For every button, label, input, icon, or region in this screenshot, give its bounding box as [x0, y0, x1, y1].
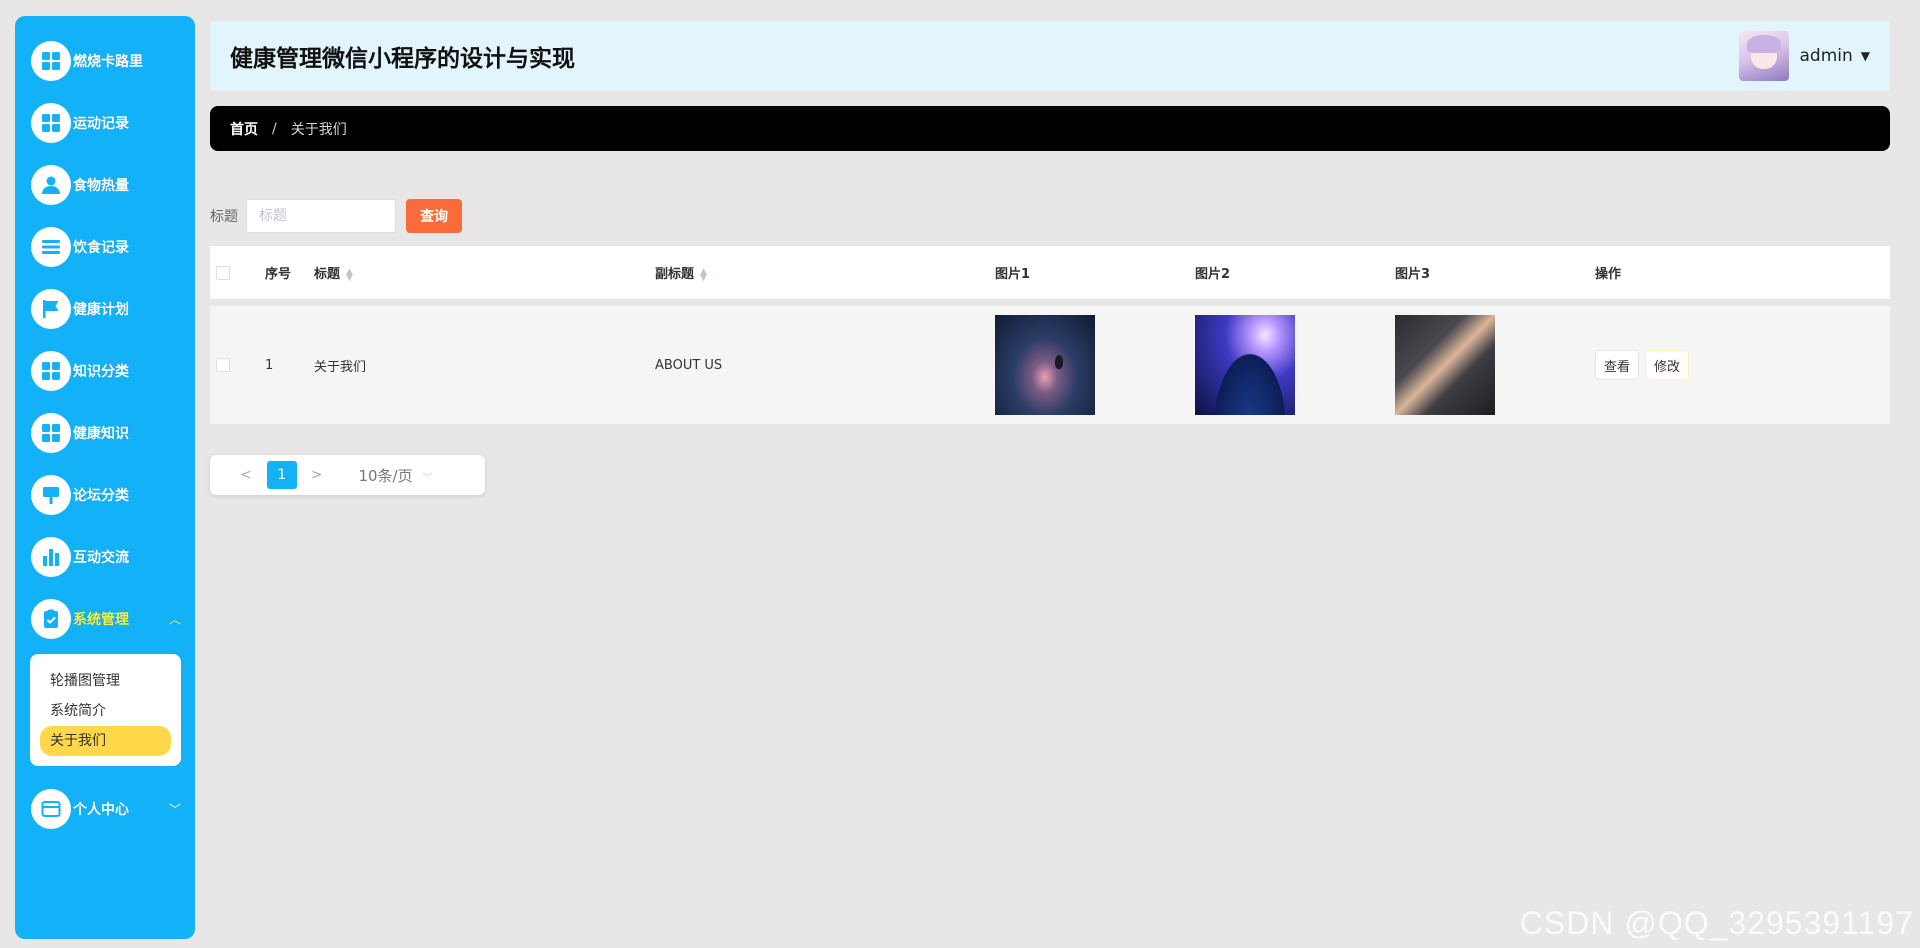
nav-item-knowledge-category[interactable]: 知识分类 [15, 340, 195, 402]
nav-item-health-knowledge[interactable]: 健康知识 [15, 402, 195, 464]
nav-label: 燃烧卡路里 [73, 54, 143, 70]
row-checkbox[interactable] [216, 358, 230, 372]
column-header-index: 序号 [265, 267, 292, 282]
row-index: 1 [265, 357, 274, 373]
nav-item-food-calories[interactable]: 食物热量 [15, 154, 195, 216]
wallet-icon [31, 789, 71, 829]
nav-item-personal-center[interactable]: 个人中心 ﹀ [15, 778, 195, 840]
view-button[interactable]: 查看 [1595, 350, 1640, 380]
row-operations: 查看 修改 [1595, 350, 1695, 380]
column-header-image3: 图片3 [1395, 267, 1431, 282]
next-page-button[interactable]: > [311, 467, 323, 483]
column-header-subtitle[interactable]: 副标题 ▲ ▼ [655, 263, 707, 282]
pagination: < 1 > 10条/页 ﹀ [210, 455, 485, 495]
row-subtitle: ABOUT US [655, 357, 723, 373]
page-number-1[interactable]: 1 [266, 461, 297, 489]
nav-item-diet-record[interactable]: 饮食记录 [15, 216, 195, 278]
page-size-value: 10条/页 [358, 466, 413, 485]
row-title: 关于我们 [314, 359, 367, 375]
nav-item-burn-calories[interactable]: 燃烧卡路里 [15, 30, 195, 92]
submenu-item-carousel[interactable]: 轮播图管理 [40, 666, 171, 696]
column-header-image2: 图片2 [1195, 267, 1231, 282]
balloon-ocean-image [995, 315, 1095, 415]
nav-item-forum-category[interactable]: 论坛分类 [15, 464, 195, 526]
sort-icon[interactable]: ▲ ▼ [346, 267, 353, 282]
chevron-down-icon: ﹀ [422, 472, 433, 484]
list-icon [31, 227, 71, 267]
grid-icon [31, 351, 71, 391]
nav-label: 个人中心 [73, 802, 129, 818]
grid-icon [31, 41, 71, 81]
breadcrumb-current: 关于我们 [290, 121, 347, 138]
select-all-checkbox[interactable] [216, 265, 230, 280]
row-image2[interactable] [1195, 315, 1295, 415]
table-header: 序号 标题 ▲ ▼ 副标题 ▲ ▼ 图片1 图片2 图片3 操作 [210, 246, 1890, 299]
system-submenu: 轮播图管理 系统简介 关于我们 [30, 654, 181, 766]
search-button[interactable]: 查询 [406, 199, 462, 233]
nav-label: 健康知识 [73, 426, 129, 442]
search-bar: 标题 查询 [210, 199, 462, 233]
nav-label: 饮食记录 [73, 240, 129, 256]
search-label: 标题 [210, 209, 238, 225]
nav-label: 互动交流 [73, 550, 129, 566]
select-all-checkbox-cell [216, 265, 230, 280]
sidebar: 燃烧卡路里 运动记录 食物热量 饮食记录 健康计划 知识分类 健康知识 论坛分类… [15, 16, 195, 939]
page-size-select[interactable]: 10条/页 ﹀ [358, 465, 432, 486]
nav-item-exercise-record[interactable]: 运动记录 [15, 92, 195, 154]
column-subtitle-label: 副标题 [655, 267, 695, 282]
top-header: 健康管理微信小程序的设计与实现 admin ▼ [210, 21, 1890, 91]
submenu-item-system-intro[interactable]: 系统简介 [40, 696, 171, 726]
nav-label: 食物热量 [73, 178, 129, 194]
column-header-operations: 操作 [1595, 267, 1622, 282]
nav-label: 系统管理 [73, 612, 129, 628]
board-icon [31, 475, 71, 515]
row-image3[interactable] [1395, 315, 1495, 415]
user-menu[interactable]: admin ▼ [1739, 31, 1870, 81]
grid-icon [31, 413, 71, 453]
table-row: 1 关于我们 ABOUT US 查看 修改 [210, 306, 1890, 424]
flag-icon [31, 289, 71, 329]
breadcrumb: 首页 / 关于我们 [210, 106, 1890, 151]
bar-chart-icon [31, 537, 71, 577]
row-checkbox-cell [216, 358, 230, 372]
chevron-down-icon: ﹀ [168, 802, 181, 817]
avatar [1739, 31, 1790, 81]
title-search-input[interactable] [246, 199, 396, 233]
prev-page-button[interactable]: < [240, 467, 252, 483]
nav-label: 知识分类 [73, 364, 129, 380]
chevron-up-icon: ︿ [168, 612, 181, 627]
row-image1[interactable] [995, 315, 1095, 415]
nav-label: 健康计划 [73, 302, 129, 318]
submenu-item-about-us[interactable]: 关于我们 [40, 726, 171, 756]
nav-item-system-management[interactable]: 系统管理 ︿ [15, 588, 195, 650]
hands-together-image [1395, 315, 1495, 415]
breadcrumb-separator: / [272, 120, 277, 137]
data-table: 序号 标题 ▲ ▼ 副标题 ▲ ▼ 图片1 图片2 图片3 操作 1 关于我们 ABOU… [210, 246, 1890, 424]
breadcrumb-home[interactable]: 首页 [230, 119, 258, 139]
caret-down-icon: ▼ [1860, 49, 1870, 63]
watermark: CSDN @QQ_3295391197 [1519, 905, 1914, 941]
user-name: admin [1799, 46, 1853, 66]
sort-icon[interactable]: ▲ ▼ [700, 267, 707, 282]
edit-button[interactable]: 修改 [1645, 350, 1690, 380]
nav-item-interaction[interactable]: 互动交流 [15, 526, 195, 588]
column-header-image1: 图片1 [995, 267, 1031, 282]
page-title: 健康管理微信小程序的设计与实现 [230, 46, 575, 72]
nav-label: 论坛分类 [73, 488, 129, 504]
user-icon [31, 165, 71, 205]
clipboard-check-icon [31, 599, 71, 639]
column-header-title[interactable]: 标题 ▲ ▼ [314, 263, 353, 282]
earth-space-image [1195, 315, 1295, 415]
nav-item-health-plan[interactable]: 健康计划 [15, 278, 195, 340]
grid-icon [31, 103, 71, 143]
column-title-label: 标题 [314, 267, 341, 282]
nav-label: 运动记录 [73, 116, 129, 132]
